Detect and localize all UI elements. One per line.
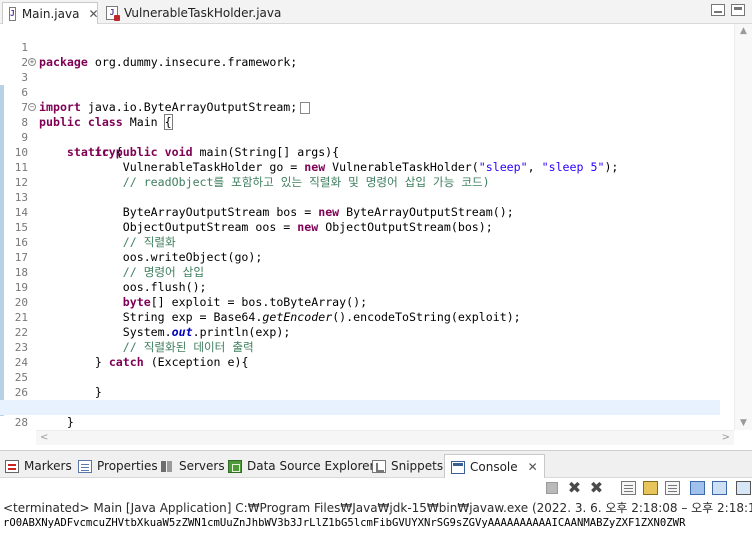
code-line: 21 System.out.println(exp); bbox=[0, 295, 752, 339]
display-selected-console-icon[interactable] bbox=[736, 481, 751, 495]
terminate-icon[interactable] bbox=[546, 482, 558, 494]
data-source-explorer-icon bbox=[228, 459, 242, 473]
tab-properties[interactable]: Properties bbox=[78, 456, 158, 476]
tab-label: Servers bbox=[179, 459, 225, 473]
tab-label: Main.java bbox=[21, 6, 80, 21]
code-line: 13 ByteArrayOutputStream bos = new ByteA… bbox=[0, 175, 752, 219]
tab-servers[interactable]: Servers bbox=[160, 456, 225, 476]
code-line: 9 try{ bbox=[0, 115, 752, 159]
code-line: 25 } bbox=[0, 355, 752, 399]
code-line: 18 oos.flush(); bbox=[0, 250, 752, 294]
console-icon bbox=[451, 460, 465, 474]
vertical-scrollbar[interactable]: ▲ ▼ bbox=[734, 24, 752, 430]
code-line: 26 bbox=[0, 370, 752, 399]
views-tab-bar: Markers Properties Servers Data Source E… bbox=[0, 450, 752, 479]
close-icon[interactable]: ✕ bbox=[528, 460, 538, 474]
code-line-current: 28 } bbox=[0, 400, 720, 444]
line-number: 28 bbox=[14, 416, 28, 429]
code-line: 16 oos.writeObject(go); bbox=[0, 220, 752, 264]
tab-label: Snippets bbox=[391, 459, 444, 473]
scroll-down-icon[interactable]: ▼ bbox=[740, 418, 747, 428]
tab-label: VulnerableTaskHolder.java bbox=[124, 6, 282, 20]
code-line: 7 public class Main { bbox=[0, 85, 752, 130]
code-line: 11 // readObject를 포함하고 있는 직렬화 및 명령어 삽입 가… bbox=[0, 145, 752, 189]
remove-launch-icon[interactable]: ✖ bbox=[567, 480, 582, 496]
maximize-icon[interactable] bbox=[731, 4, 745, 16]
horizontal-scrollbar[interactable]: < > bbox=[36, 430, 734, 445]
code-line: 19 byte[] exploit = bos.toByteArray(); bbox=[0, 265, 752, 309]
show-console-on-error-icon[interactable] bbox=[712, 481, 727, 495]
code-line: 14 ObjectOutputStream oos = new ObjectOu… bbox=[0, 190, 752, 234]
properties-icon bbox=[78, 459, 92, 473]
tab-label: Console bbox=[470, 460, 518, 474]
show-console-on-output-icon[interactable] bbox=[690, 481, 705, 495]
close-icon[interactable]: ✕ bbox=[88, 7, 98, 21]
tab-data-source-explorer[interactable]: Data Source Explorer bbox=[228, 456, 374, 476]
scroll-left-icon[interactable]: < bbox=[40, 432, 48, 443]
tab-snippets[interactable]: Snippets bbox=[372, 456, 443, 476]
servers-icon bbox=[160, 460, 174, 473]
code-line: 8 − static public void main(String[] arg… bbox=[0, 100, 752, 159]
code-line: 24 bbox=[0, 340, 752, 369]
tab-markers[interactable]: Markers bbox=[5, 456, 72, 476]
tab-label: Markers bbox=[24, 459, 72, 473]
code-editor[interactable]: 1 package org.dummy.insecure.framework; … bbox=[0, 24, 752, 444]
tab-label: Data Source Explorer bbox=[247, 459, 375, 473]
code-line: 17 // 명령어 삽입 bbox=[0, 235, 752, 279]
console-toolbar: ✖ ✖ bbox=[0, 478, 752, 497]
code-line: 20 String exp = Base64.getEncoder().enco… bbox=[0, 280, 752, 324]
console-status-line: <terminated> Main [Java Application] C:₩… bbox=[3, 501, 752, 515]
java-file-error-icon: J bbox=[106, 6, 120, 21]
editor-tab-bar: J Main.java ✕ J VulnerableTaskHolder.jav… bbox=[0, 0, 752, 24]
scroll-up-icon[interactable]: ▲ bbox=[740, 26, 747, 36]
clear-console-icon[interactable] bbox=[621, 481, 636, 495]
code-line: 3 + import java.io.ByteArrayOutputStream… bbox=[0, 55, 752, 114]
code-line: 2 bbox=[0, 40, 752, 69]
tab-main-java[interactable]: J Main.java ✕ bbox=[2, 2, 99, 24]
code-text: } bbox=[66, 415, 74, 429]
code-line: 6 bbox=[0, 70, 752, 99]
code-line: 22 // 직렬화된 데이터 출력 bbox=[0, 310, 752, 354]
scroll-right-icon[interactable]: > bbox=[722, 432, 730, 443]
expand-fold-icon[interactable]: + bbox=[28, 58, 36, 66]
collapse-fold-icon[interactable]: − bbox=[28, 103, 36, 111]
tab-label: Properties bbox=[97, 459, 158, 473]
remove-all-terminated-icon[interactable]: ✖ bbox=[589, 480, 604, 496]
code-line: 1 package org.dummy.insecure.framework; bbox=[0, 25, 752, 69]
tab-console[interactable]: Console ✕ bbox=[444, 454, 545, 479]
tab-vulnerable-task-holder[interactable]: J VulnerableTaskHolder.java bbox=[100, 2, 290, 24]
code-line: 15 // 직렬화 bbox=[0, 205, 752, 249]
java-file-icon: J bbox=[9, 6, 16, 21]
code-line: 27 } bbox=[0, 385, 752, 429]
minimize-icon[interactable] bbox=[711, 4, 725, 16]
console-output-line[interactable]: rO0ABXNyADFvcmcuZHVtbXkuaW5zZWN1cmUuZnJh… bbox=[3, 517, 685, 529]
word-wrap-icon[interactable] bbox=[665, 481, 680, 495]
snippets-icon bbox=[372, 459, 386, 473]
scroll-lock-icon[interactable] bbox=[643, 481, 658, 495]
markers-icon bbox=[5, 459, 19, 473]
code-line: 12 bbox=[0, 160, 752, 189]
code-line: 10 VulnerableTaskHolder go = new Vulnera… bbox=[0, 130, 752, 174]
code-line: 23 } catch (Exception e){ bbox=[0, 325, 752, 369]
